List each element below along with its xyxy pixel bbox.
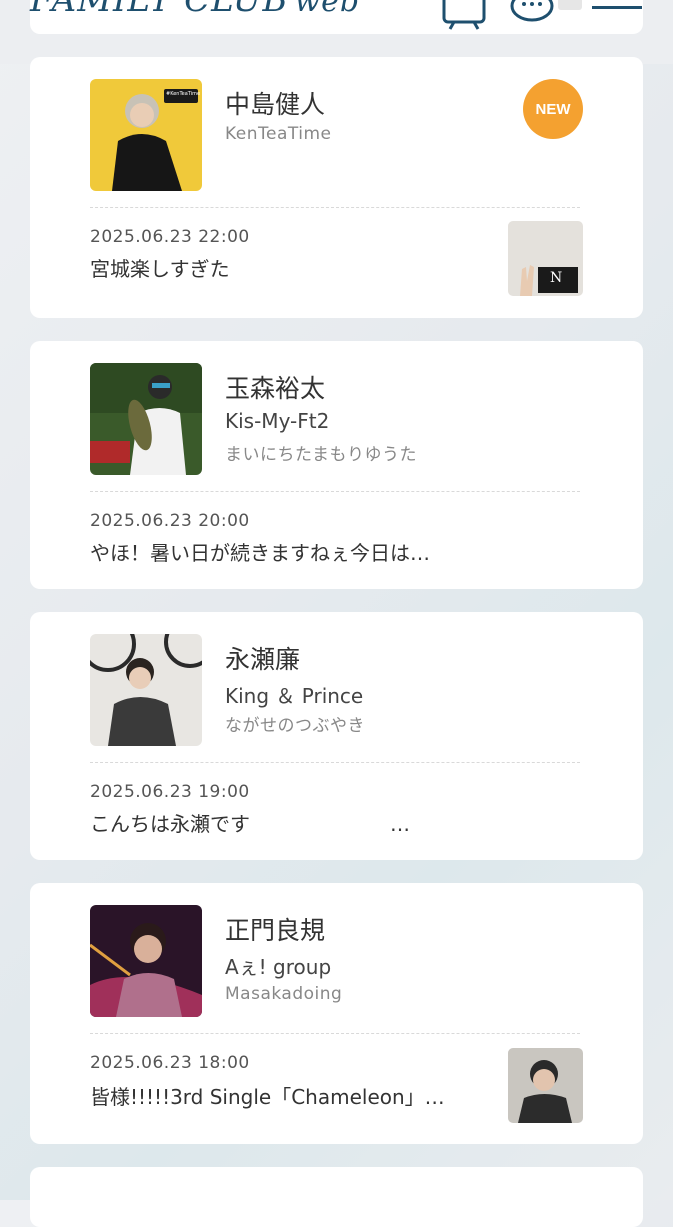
logo-sub-text: web [294, 0, 361, 19]
blog-card[interactable]: 正門良規 Aぇ! group Masakadoing 2025.06.23 18… [30, 883, 643, 1144]
divider [90, 491, 580, 492]
member-name: 玉森裕太 [225, 374, 326, 403]
post-thumbnail[interactable]: N [508, 221, 583, 296]
group-name: Kis-My-Ft2 [225, 409, 330, 433]
post-date: 2025.06.23 19:00 [90, 782, 250, 802]
avatar-tag: #KenTeaTime [166, 91, 201, 97]
blog-name: まいにちたまもりゆうた [225, 445, 417, 465]
post-title[interactable]: やほ！暑い日が続きますねぇ今日は… [90, 537, 430, 566]
chat-icon[interactable] [508, 0, 584, 24]
divider [90, 207, 580, 208]
new-badge: NEW [523, 79, 583, 139]
avatar: #KenTeaTime [90, 79, 202, 191]
header-bar: FAMILY CLUB web [0, 0, 673, 64]
blog-name: KenTeaTime [225, 124, 332, 144]
blog-card[interactable]: 永瀬廉 King ＆ Prince ながせのつぶやき 2025.06.23 19… [30, 612, 643, 860]
thumbnail-text: N [550, 270, 563, 286]
divider [90, 1033, 580, 1034]
avatar [90, 363, 202, 475]
avatar [90, 634, 202, 746]
tv-icon[interactable] [440, 0, 488, 32]
site-logo[interactable]: FAMILY CLUB web [30, 0, 360, 20]
post-title[interactable]: 皆様!!!!!3rd Single「Chameleon」… [90, 1081, 445, 1110]
menu-icon[interactable] [592, 6, 642, 9]
post-title[interactable]: 宮城楽しすぎた [90, 253, 230, 282]
post-date: 2025.06.23 22:00 [90, 227, 250, 247]
group-name: King ＆ Prince [225, 684, 364, 708]
member-name: 永瀬廉 [225, 645, 301, 674]
blog-card[interactable]: 玉森裕太 Kis-My-Ft2 まいにちたまもりゆうた 2025.06.23 2… [30, 341, 643, 589]
blog-name: Masakadoing [225, 984, 343, 1004]
post-thumbnail[interactable] [508, 1048, 583, 1123]
member-name: 中島健人 [225, 90, 326, 119]
member-name: 正門良規 [225, 916, 326, 945]
post-date: 2025.06.23 18:00 [90, 1053, 250, 1073]
blog-card[interactable] [30, 1167, 643, 1227]
post-date: 2025.06.23 20:00 [90, 511, 250, 531]
group-name: Aぇ! group [225, 955, 332, 979]
blog-card[interactable]: #KenTeaTime 中島健人 KenTeaTime NEW 2025.06.… [30, 57, 643, 318]
logo-main-text: FAMILY CLUB [30, 0, 289, 20]
divider [90, 762, 580, 763]
post-title[interactable]: こんちは永瀬です … [90, 808, 410, 837]
blog-name: ながせのつぶやき [225, 716, 365, 736]
avatar [90, 905, 202, 1017]
